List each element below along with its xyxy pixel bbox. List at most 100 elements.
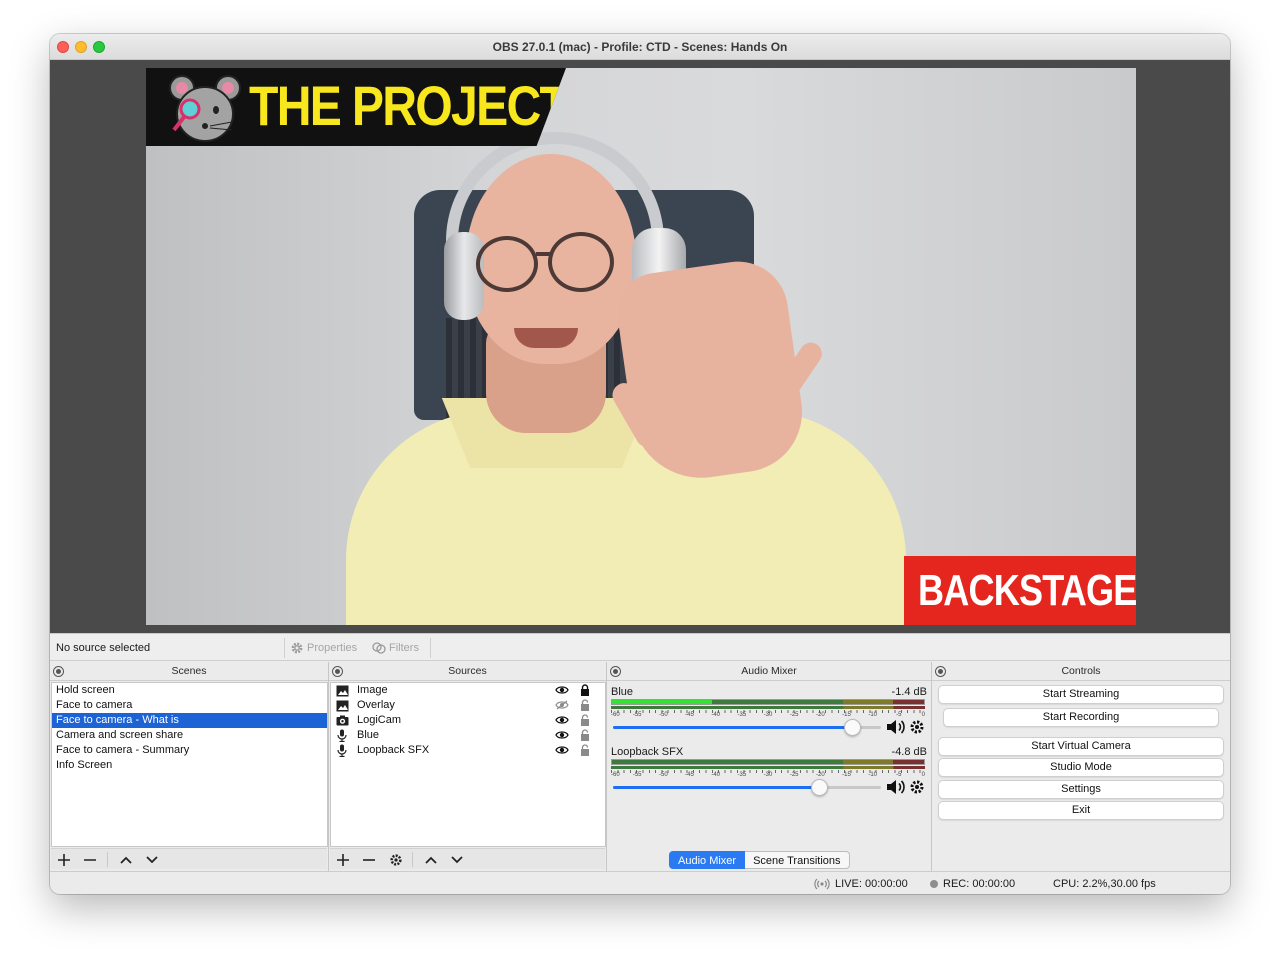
source-item[interactable]: Image: [331, 683, 605, 698]
mouse-detective-logo: [169, 75, 241, 142]
camera-icon: [335, 714, 349, 727]
remove-scene-button[interactable]: [81, 851, 99, 868]
volume-meter: [611, 699, 925, 705]
dock-float-icon[interactable]: [332, 666, 343, 677]
controls-dock-title: Controls: [932, 662, 1230, 681]
meter-scale-label: -20: [815, 712, 825, 718]
source-label: Loopback SFX: [357, 744, 430, 756]
mixer-channel-db: -4.8 dB: [891, 746, 927, 758]
meter-scale: -60 -55 -50 -45 -40 -35 -30 -25 -20 -15 -10 -5 0: [611, 710, 925, 720]
add-source-button[interactable]: [334, 851, 352, 868]
scene-item[interactable]: Info Screen: [52, 758, 327, 773]
scene-item[interactable]: Hold screen: [52, 683, 327, 698]
source-item[interactable]: LogiCam: [331, 713, 605, 728]
meter-scale-label: -5: [896, 772, 902, 778]
scene-item[interactable]: Face to camera - Summary: [52, 743, 327, 758]
volume-meter-level: [612, 700, 712, 704]
start-virtual-camera-button[interactable]: Start Virtual Camera: [938, 737, 1224, 756]
start-recording-button[interactable]: Start Recording: [943, 708, 1219, 727]
studio-mode-button[interactable]: Studio Mode: [938, 758, 1224, 777]
volume-slider-knob[interactable]: [811, 779, 829, 796]
volume-slider[interactable]: [613, 779, 881, 796]
scenes-toolbar: [51, 848, 327, 869]
cpu-status: CPU: 2.2%,30.00 fps: [1053, 878, 1156, 890]
meter-scale-label: -60: [611, 712, 620, 718]
eye-icon[interactable]: [555, 745, 569, 760]
meter-scale-label: -35: [737, 712, 747, 718]
tab-scene-transitions[interactable]: Scene Transitions: [745, 851, 850, 869]
move-source-down-button[interactable]: [448, 851, 466, 868]
source-label: Blue: [357, 729, 380, 741]
start-streaming-button[interactable]: Start Streaming: [938, 685, 1224, 704]
scene-item[interactable]: Face to camera: [52, 698, 327, 713]
divider: [107, 852, 108, 867]
add-scene-button[interactable]: [55, 851, 73, 868]
meter-scale-label: -15: [842, 712, 851, 718]
title-bar: OBS 27.0.1 (mac) - Profile: CTD - Scenes…: [50, 34, 1230, 60]
controls-dock: Controls Start Streaming Start Recording…: [932, 662, 1230, 871]
chevron-down-icon: [451, 855, 463, 863]
chevron-up-icon: [120, 856, 132, 864]
settings-button[interactable]: Settings: [938, 780, 1224, 799]
volume-slider[interactable]: [613, 719, 881, 736]
sources-list[interactable]: Image Overlay LogiCam Blue Loopback SFX: [330, 682, 606, 847]
properties-button[interactable]: Properties: [290, 641, 357, 655]
meter-scale-label: -50: [658, 712, 668, 718]
brand-logo: BACKSTAGE.IO: [904, 556, 1136, 625]
glasses-lens: [476, 236, 538, 292]
audio-mixer-dock-title: Audio Mixer: [607, 662, 931, 681]
dock-float-icon[interactable]: [53, 666, 64, 677]
meter-scale-label: -40: [711, 712, 720, 718]
scene-item[interactable]: Camera and screen share: [52, 728, 327, 743]
scenes-dock-title: Scenes: [50, 662, 328, 681]
move-scene-down-button[interactable]: [143, 851, 161, 868]
chevron-down-icon: [146, 855, 158, 863]
speaker-icon[interactable]: [886, 719, 906, 738]
volume-slider-knob[interactable]: [843, 719, 861, 736]
volume-meter: [611, 759, 925, 765]
source-item[interactable]: Blue: [331, 728, 605, 743]
filters-button[interactable]: Filters: [372, 641, 419, 655]
speaker-icon[interactable]: [886, 779, 906, 798]
source-label: Overlay: [357, 699, 395, 711]
preview-area[interactable]: THE PROJECT BACKSTAGE.IO: [50, 60, 1230, 633]
program-preview[interactable]: THE PROJECT BACKSTAGE.IO: [146, 68, 1136, 625]
source-item[interactable]: Overlay: [331, 698, 605, 713]
scene-item-selected[interactable]: Face to camera - What is: [52, 713, 327, 728]
audio-mixer-title: Audio Mixer: [741, 665, 797, 677]
meter-scale-label: -30: [763, 772, 773, 778]
dock-float-icon[interactable]: [935, 666, 946, 677]
source-label: LogiCam: [357, 714, 402, 726]
divider: [412, 852, 413, 867]
meter-scale-label: -30: [763, 712, 773, 718]
window-title: OBS 27.0.1 (mac) - Profile: CTD - Scenes…: [492, 40, 788, 54]
gear-icon[interactable]: [909, 719, 925, 738]
scenes-list[interactable]: Hold screen Face to camera Face to camer…: [51, 682, 328, 847]
selected-source-status: No source selected: [56, 642, 151, 654]
cpu-usage: CPU: 2.2%,30.00 fps: [1053, 878, 1156, 890]
sources-toolbar: [330, 848, 605, 869]
gear-icon: [291, 642, 303, 654]
webcam-person-mouth: [514, 328, 578, 348]
remove-source-button[interactable]: [360, 851, 378, 868]
dock-float-icon[interactable]: [610, 666, 621, 677]
exit-button[interactable]: Exit: [938, 801, 1224, 820]
meter-scale-label: -25: [789, 772, 799, 778]
source-properties-button[interactable]: [387, 851, 405, 868]
microphone-icon: [335, 729, 349, 742]
unlock-icon[interactable]: [580, 744, 590, 761]
meter-scale-label: 0: [921, 712, 925, 718]
source-item[interactable]: Loopback SFX: [331, 743, 605, 758]
gear-icon[interactable]: [909, 779, 925, 798]
broadcast-icon: [814, 878, 830, 890]
meter-scale-label: -25: [789, 712, 799, 718]
tab-audio-mixer[interactable]: Audio Mixer: [669, 851, 746, 869]
source-toolbar: No source selected Properties Filters: [50, 633, 1230, 661]
move-scene-up-button[interactable]: [117, 851, 135, 868]
move-source-up-button[interactable]: [422, 851, 440, 868]
meter-scale: -60 -55 -50 -45 -40 -35 -30 -25 -20 -15 -10 -5 0: [611, 770, 925, 780]
meter-scale-label: -55: [632, 712, 642, 718]
meter-scale-label: -50: [658, 772, 668, 778]
meter-scale-label: -35: [737, 772, 747, 778]
source-label: Image: [357, 684, 388, 696]
